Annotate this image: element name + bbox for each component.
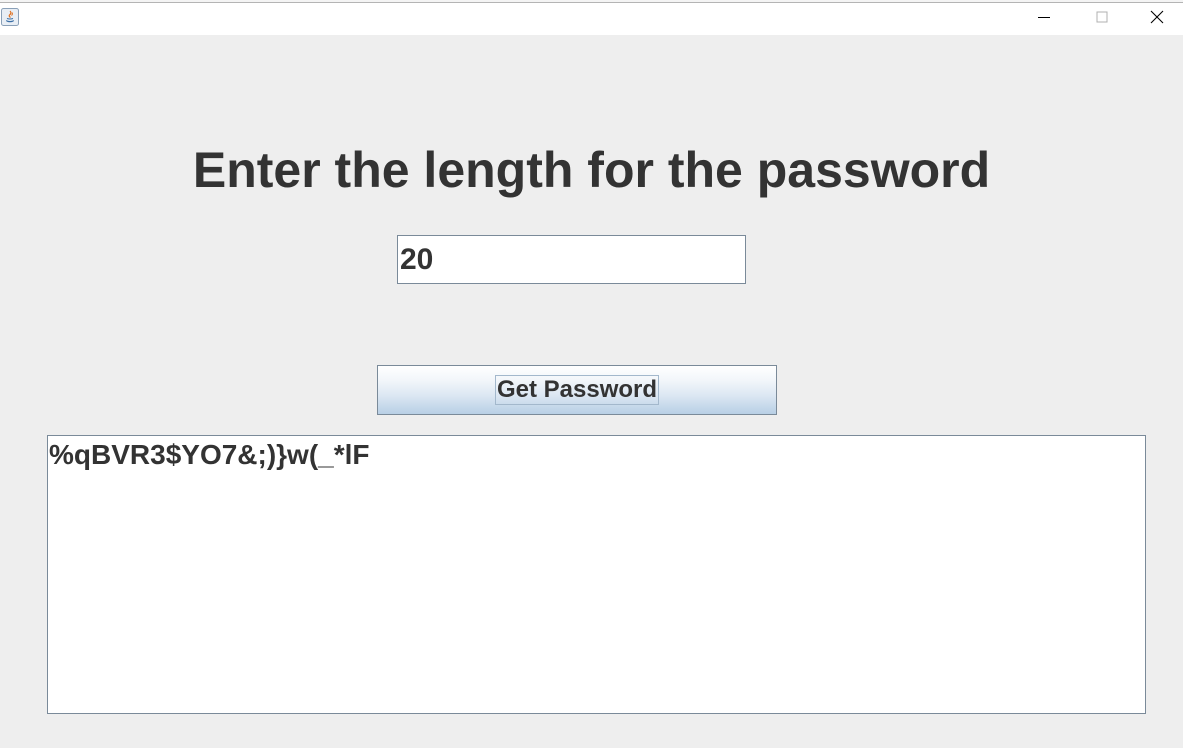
maximize-button[interactable] — [1073, 3, 1131, 35]
get-password-button-label: Get Password — [494, 375, 660, 405]
password-output-area[interactable]: %qBVR3$YO7&;)}w(_*lF — [47, 435, 1146, 714]
minimize-button[interactable] — [1015, 3, 1073, 35]
maximize-icon — [1096, 10, 1108, 28]
get-password-button[interactable]: Get Password — [377, 365, 777, 415]
title-bar[interactable] — [0, 3, 1183, 35]
close-button[interactable] — [1131, 3, 1183, 35]
password-length-input[interactable] — [397, 235, 746, 284]
app-window: Enter the length for the password Get Pa… — [0, 0, 1183, 748]
prompt-heading: Enter the length for the password — [192, 142, 991, 198]
minimize-icon — [1038, 10, 1050, 28]
java-app-icon[interactable] — [1, 8, 19, 26]
close-icon — [1150, 10, 1164, 29]
